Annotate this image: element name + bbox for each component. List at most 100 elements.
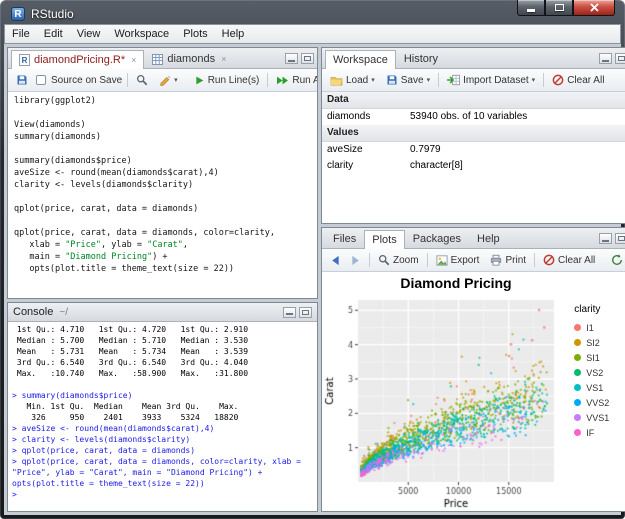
find-button[interactable] (133, 72, 151, 88)
maximize-button[interactable] (545, 0, 573, 16)
pane-minimize-icon[interactable] (599, 233, 613, 244)
chevron-down-icon: ▾ (174, 77, 178, 84)
code-editor[interactable]: library(ggplot2) View(diamonds) summary(d… (8, 92, 317, 298)
r-file-icon: R (19, 54, 30, 66)
clear-all-label: Clear All (558, 254, 596, 266)
tab-diamonds[interactable]: diamonds × (144, 49, 234, 68)
console-working-directory: ~/ (59, 306, 68, 318)
refresh-icon (612, 254, 623, 265)
export-plot-button[interactable]: Export (433, 253, 483, 268)
legend-key-dot (574, 384, 582, 391)
arrow-left-icon (332, 255, 339, 265)
import-dataset-button[interactable]: Import Dataset ▾ (444, 72, 538, 88)
arrow-right-icon (352, 255, 359, 265)
next-plot-button[interactable] (348, 253, 364, 268)
menu-file[interactable]: File (5, 26, 37, 42)
pane-maximize-icon[interactable] (301, 53, 314, 64)
menu-help[interactable]: Help (215, 26, 252, 42)
code-line: summary(diamonds$price) (14, 156, 132, 166)
plot-viewer: Diamond Pricing clarity I1 SI2 SI1 VS2 VS1 VV… (322, 272, 625, 511)
object-value: 0.7979 (410, 144, 441, 155)
source-pane-buttons (285, 53, 314, 68)
menu-workspace[interactable]: Workspace (107, 26, 176, 42)
workspace-row-clarity[interactable]: clarity character[8] (322, 158, 625, 174)
content-area: RdiamondPricing.R* × diamonds × Source on S… (4, 44, 625, 515)
run-icon (196, 76, 204, 84)
tab-label: Plots (372, 234, 397, 246)
close-button[interactable] (573, 0, 615, 16)
workspace-row-aveSize[interactable]: aveSize 0.7979 (322, 142, 625, 158)
previous-plot-button[interactable] (327, 253, 343, 268)
object-name: diamonds (327, 111, 371, 122)
plot-legend: clarity I1 SI2 SI1 VS2 VS1 VVS2 VVS1 IF (574, 304, 625, 440)
code-line: summary(diamonds) (14, 132, 101, 142)
tab-history[interactable]: History (396, 49, 446, 68)
zoom-plot-button[interactable]: Zoom (375, 252, 422, 268)
clear-all-icon (552, 74, 564, 86)
plot-title: Diamond Pricing (400, 275, 512, 291)
load-workspace-button[interactable]: Load ▾ (327, 73, 378, 88)
tab-label: Help (477, 233, 500, 245)
legend-label: VS1 (586, 382, 604, 393)
tab-plots[interactable]: Plots (364, 230, 405, 249)
console-line: opts(plot.title = theme_text(size = 22)) (12, 479, 205, 488)
run-all-button[interactable]: Run All (273, 73, 317, 88)
pane-minimize-icon[interactable] (599, 53, 613, 64)
tab-diamondpricing-r-[interactable]: RdiamondPricing.R* × (11, 50, 145, 69)
tab-label: diamonds (167, 53, 216, 65)
code-tools-button[interactable]: ▾ (156, 72, 181, 88)
print-plot-button[interactable]: Print (487, 252, 529, 268)
pane-minimize-icon[interactable] (285, 53, 298, 64)
toolbar-separator (543, 73, 545, 87)
refresh-plot-button[interactable] (608, 252, 625, 268)
save-workspace-button[interactable]: Save ▾ (383, 72, 433, 88)
legend-entry-i1: I1 (574, 320, 625, 335)
pane-maximize-icon[interactable] (615, 233, 625, 244)
tab-workspace[interactable]: Workspace (325, 50, 396, 69)
tab-packages[interactable]: Packages (405, 229, 469, 248)
tab-close-icon[interactable]: × (221, 54, 226, 64)
tab-label: diamondPricing.R* (34, 54, 126, 66)
legend-key-dot (574, 399, 582, 406)
chevron-down-icon: ▾ (426, 77, 431, 84)
console-line: "Price", ylab = "Carat", main = "Diamond… (12, 468, 263, 477)
code-line: qplot(price, carat, data = diamonds, col… (14, 228, 275, 238)
console-line: > summary(diamonds$price) (12, 391, 133, 400)
pane-maximize-icon[interactable] (299, 306, 312, 318)
clear-all-button[interactable]: Clear All (549, 72, 607, 88)
pane-maximize-icon[interactable] (615, 53, 625, 64)
open-folder-icon (330, 76, 343, 85)
console-output[interactable]: 1st Qu.: 4.710 1st Qu.: 4.720 1st Qu.: 2… (8, 322, 317, 511)
close-icon (589, 3, 599, 12)
workspace-row-diamonds[interactable]: diamonds 53940 obs. of 10 variables (322, 109, 625, 125)
source-toolbar: Source on Save ▾ Run Line(s) Run (8, 69, 317, 92)
run-lines-button[interactable]: Run Line(s) (191, 73, 263, 88)
clear-all-plots-button[interactable]: Clear All (540, 252, 598, 268)
tab-label: History (403, 53, 439, 65)
run-all-label: Run All (292, 74, 317, 86)
console-line: Max. :10.740 Max. :58.900 Max. :31.800 (12, 369, 249, 378)
tab-help[interactable]: Help (469, 229, 508, 248)
source-on-save-checkbox[interactable] (36, 75, 46, 85)
chevron-down-icon: ▾ (531, 77, 536, 84)
legend-key-dot (574, 339, 582, 346)
pane-minimize-icon[interactable] (283, 306, 296, 318)
toolbar-separator (534, 253, 536, 267)
minimize-button[interactable] (517, 0, 545, 16)
menu-view[interactable]: View (70, 26, 108, 42)
save-button[interactable] (13, 72, 31, 88)
object-name: aveSize (327, 144, 363, 155)
legend-entries: I1 SI2 SI1 VS2 VS1 VVS2 VVS1 IF (574, 320, 625, 440)
zoom-label: Zoom (393, 254, 419, 266)
console-line: Min. 1st Qu. Median Mean 3rd Qu. Max. (12, 402, 239, 411)
code-line: main = "Diamond Pricing") + (14, 252, 168, 262)
menu-plots[interactable]: Plots (176, 26, 214, 42)
console-line: 3rd Qu.: 6.540 3rd Qu.: 6.540 3rd Qu.: 4… (12, 358, 249, 367)
menu-edit[interactable]: Edit (37, 26, 70, 42)
svg-text:R: R (22, 56, 28, 65)
legend-entry-vvs2: VVS2 (574, 395, 625, 410)
tab-files[interactable]: Files (325, 229, 364, 248)
tab-close-icon[interactable]: × (131, 55, 136, 65)
legend-label: VVS2 (586, 397, 610, 408)
